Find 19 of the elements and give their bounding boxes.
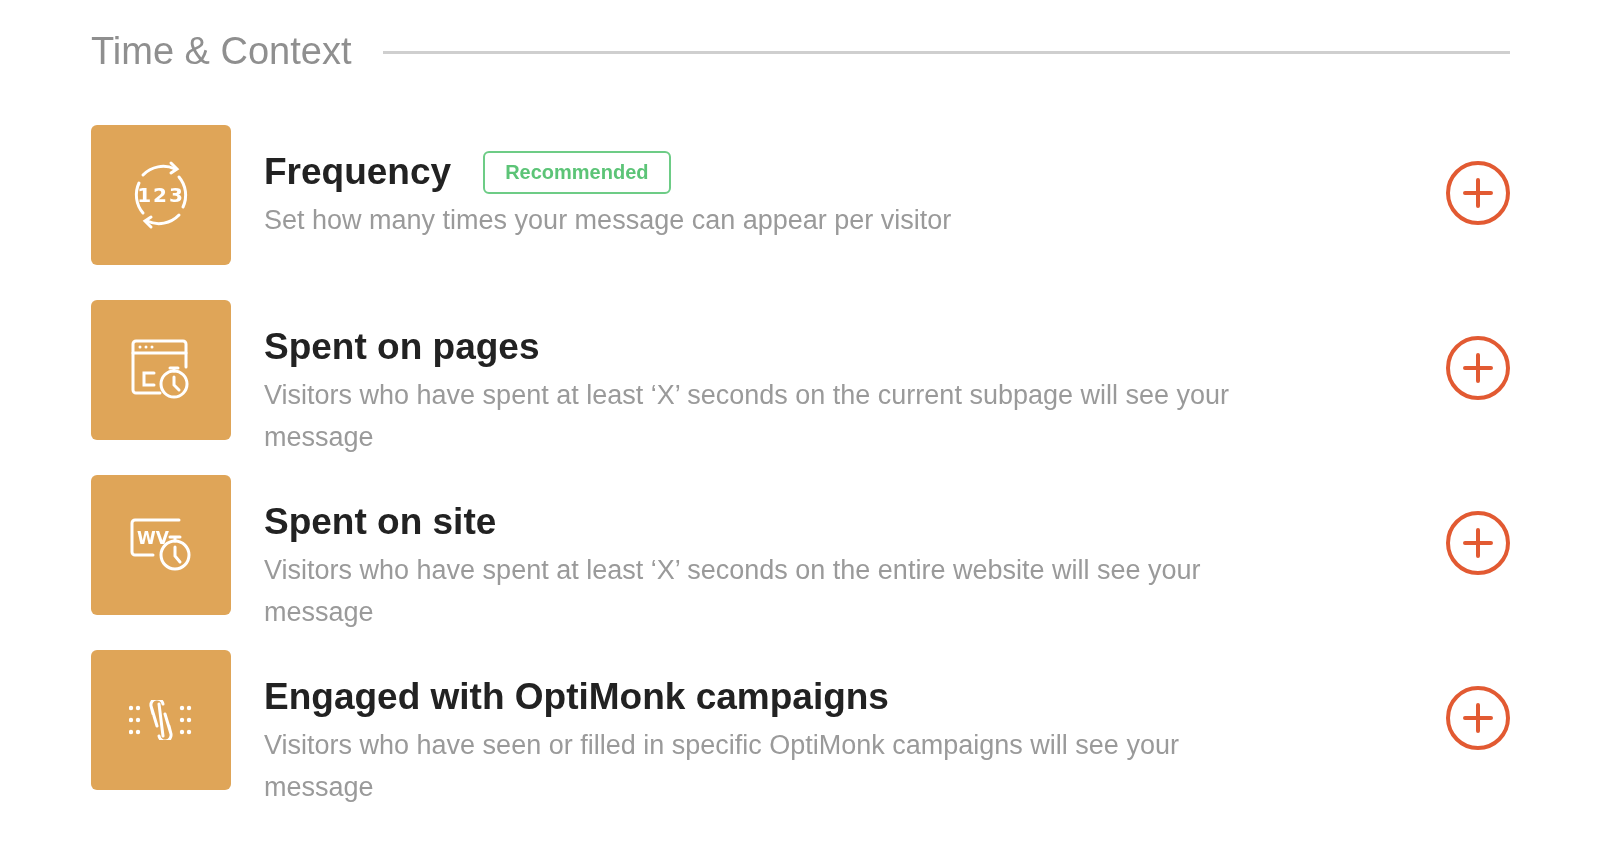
add-button[interactable] <box>1446 686 1510 750</box>
add-button[interactable] <box>1446 511 1510 575</box>
plus-icon <box>1463 353 1493 383</box>
option-description: Visitors who have spent at least ‘X’ seconds on the current subpage will see your message <box>264 379 1231 454</box>
option-title: Engaged with OptiMonk campaigns <box>264 676 889 718</box>
recommended-badge: Recommended <box>483 150 671 194</box>
option-title: Spent on site <box>264 501 497 543</box>
plus-icon <box>1463 178 1493 208</box>
plus-icon <box>1463 528 1493 558</box>
option-description: Visitors who have seen or filled in specific OptiMonk campaigns will see your message <box>264 729 1180 804</box>
section-title: Time & Context <box>91 30 352 73</box>
plus-icon <box>1463 703 1493 733</box>
option-title: Spent on pages <box>264 326 540 368</box>
add-button[interactable] <box>1446 161 1510 225</box>
link-icon <box>129 700 193 740</box>
option-title: Frequency <box>264 151 452 193</box>
option-description: Set how many times your message can appear per visitor <box>264 204 953 237</box>
add-button[interactable] <box>1446 336 1510 400</box>
option-description: Visitors who have spent at least ‘X’ seconds on the entire website will see your message <box>264 554 1202 629</box>
